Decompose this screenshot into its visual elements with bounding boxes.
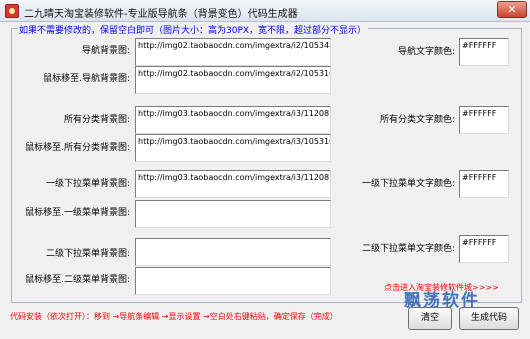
cat-hover-bg-label: 鼠标移至.所有分类背景图: — [25, 143, 130, 153]
menu1-bg-input[interactable]: http://img03.taobaocdn.com/imgextra/i3/1… — [135, 170, 331, 198]
nav-bg-label: 导航背景图: — [81, 46, 130, 56]
menu1-hover-bg-input[interactable] — [135, 200, 331, 228]
window-title: 二九晴天淘宝装修软件-专业版导航条（背景变色）代码生成器 — [24, 9, 298, 20]
title-bar: 二九晴天淘宝装修软件-专业版导航条（背景变色）代码生成器 ✕ — [0, 0, 530, 22]
cat-bg-label: 所有分类背景图: — [63, 115, 130, 125]
clear-button[interactable]: 清空 — [408, 307, 452, 330]
panel-legend: 如果不需要修改的，保留空白即可（图片大小：高为30PX，宽不限，超过部分不显示） — [17, 23, 369, 36]
nav-bg-input[interactable]: http://img02.taobaocdn.com/imgextra/i2/1… — [135, 38, 331, 66]
menu1-text-color-input[interactable]: #FFFFFF — [459, 170, 509, 198]
menu2-text-color-label: 二级下拉菜单文字颜色: — [361, 244, 455, 254]
app-icon — [5, 4, 19, 18]
generate-code-button[interactable]: 生成代码 — [459, 307, 519, 330]
menu2-bg-label: 二级下拉菜单背景图: — [45, 249, 130, 259]
install-instructions: 代码安装（依次打开）：移到 →导航条编辑 →显示设置 →空白处右键粘贴，确定保存… — [10, 312, 338, 321]
close-button[interactable]: ✕ — [497, 1, 527, 18]
cat-bg-input[interactable]: http://img03.taobaocdn.com/imgextra/i3/1… — [135, 106, 331, 134]
cat-hover-bg-input[interactable]: http://img03.taobaocdn.com/imgextra/i3/1… — [135, 134, 331, 162]
menu1-text-color-label: 一级下拉菜单文字颜色: — [361, 179, 455, 189]
cat-text-color-input[interactable]: #FFFFFF — [459, 106, 509, 134]
menu2-hover-bg-label: 鼠标移至.二级菜单背景图: — [25, 275, 130, 285]
menu2-text-color-input[interactable]: #FFFFFF — [459, 235, 509, 263]
menu2-bg-input[interactable] — [135, 238, 331, 266]
menu1-hover-bg-label: 鼠标移至.一级菜单背景图: — [25, 208, 130, 218]
nav-hover-bg-label: 鼠标移至.导航背景图: — [43, 74, 130, 84]
cat-text-color-label: 所有分类文字颜色: — [379, 115, 455, 125]
nav-text-color-input[interactable]: #FFFFFF — [459, 38, 509, 66]
menu1-bg-label: 一级下拉菜单背景图: — [45, 179, 130, 189]
nav-hover-bg-input[interactable]: http://img02.taobaocdn.com/imgextra/i2/1… — [135, 66, 331, 94]
nav-text-color-label: 导航文字颜色: — [397, 47, 455, 57]
menu2-hover-bg-input[interactable] — [135, 267, 331, 295]
